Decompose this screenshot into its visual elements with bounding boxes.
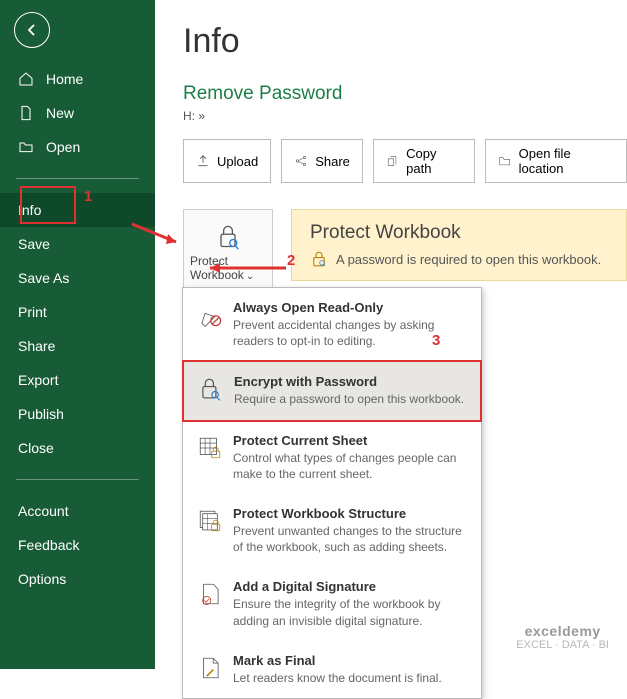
open-icon [18, 139, 34, 155]
nav-label: New [46, 105, 74, 121]
copy-icon [386, 154, 399, 168]
menu-heading: Protect Workbook Structure [233, 506, 467, 521]
protect-row: Protect Workbook⌄ Protect Workbook A pas… [183, 209, 627, 294]
menu-encrypt-password[interactable]: Encrypt with Password Require a password … [182, 360, 482, 421]
sheet-lock-icon [197, 435, 223, 461]
nav-label: Publish [18, 406, 64, 422]
menu-desc: Let readers know the document is final. [233, 670, 467, 686]
page-title: Info [183, 22, 627, 61]
watermark: exceldemyEXCEL · DATA · BI [516, 623, 609, 651]
menu-digital-signature[interactable]: Add a Digital Signature Ensure the integr… [183, 567, 481, 640]
nav-label: Options [18, 571, 66, 587]
share-button[interactable]: Share [281, 139, 363, 183]
protect-desc: A password is required to open this work… [336, 252, 601, 267]
nav-label: Share [18, 338, 55, 354]
anno-num-2: 2 [287, 252, 295, 269]
nav-options[interactable]: Options [0, 562, 155, 596]
document-name: Remove Password [183, 83, 627, 105]
menu-protect-structure[interactable]: Protect Workbook Structure Prevent unwant… [183, 494, 481, 567]
nav-label: Print [18, 304, 47, 320]
new-icon [18, 105, 34, 121]
signature-icon [197, 581, 223, 607]
protect-heading: Protect Workbook [310, 222, 608, 244]
lock-key-icon [310, 250, 328, 268]
nav-share[interactable]: Share [0, 329, 155, 363]
workbook-lock-icon [197, 508, 223, 534]
nav-label: Account [18, 503, 69, 519]
btn-label: Open file location [519, 146, 614, 176]
menu-desc: Require a password to open this workbook… [234, 391, 466, 407]
share-icon [294, 154, 308, 168]
menu-heading: Mark as Final [233, 653, 467, 668]
home-icon [18, 71, 34, 87]
upload-icon [196, 154, 210, 168]
nav-label: Home [46, 71, 83, 87]
menu-mark-final[interactable]: Mark as Final Let readers know the docume… [183, 641, 481, 698]
pencil-no-icon [197, 302, 223, 328]
nav-label: Close [18, 440, 54, 456]
protect-workbook-button[interactable]: Protect Workbook⌄ [183, 209, 273, 294]
nav-label: Export [18, 372, 58, 388]
copy-path-button[interactable]: Copy path [373, 139, 475, 183]
nav-close[interactable]: Close [0, 431, 155, 465]
anno-box-1 [20, 186, 76, 224]
protect-info-panel: Protect Workbook A password is required … [291, 209, 627, 281]
nav-print[interactable]: Print [0, 295, 155, 329]
menu-desc: Control what types of changes people can… [233, 450, 467, 482]
action-buttons: Upload Share Copy path Open file locatio… [183, 139, 627, 183]
back-arrow-icon [23, 21, 41, 39]
lock-key-icon [198, 376, 224, 402]
menu-desc: Ensure the integrity of the workbook by … [233, 596, 467, 628]
menu-heading: Encrypt with Password [234, 374, 466, 389]
nav-label: Open [46, 139, 80, 155]
anno-arrow-1 [130, 220, 190, 250]
btn-label: Copy path [406, 146, 462, 176]
btn-label: Upload [217, 154, 258, 169]
menu-heading: Protect Current Sheet [233, 433, 467, 448]
nav-export[interactable]: Export [0, 363, 155, 397]
nav-label: Save [18, 236, 50, 252]
nav-label: Feedback [18, 537, 79, 553]
nav-label: Save As [18, 270, 69, 286]
nav-publish[interactable]: Publish [0, 397, 155, 431]
folder-icon [498, 154, 511, 168]
nav-open[interactable]: Open [0, 130, 155, 164]
btn-label: Share [315, 154, 350, 169]
open-location-button[interactable]: Open file location [485, 139, 627, 183]
nav-account[interactable]: Account [0, 494, 155, 528]
menu-heading: Add a Digital Signature [233, 579, 467, 594]
lock-key-icon [214, 222, 242, 250]
nav-home[interactable]: Home [0, 62, 155, 96]
menu-read-only[interactable]: Always Open Read-OnlyPrevent accidental … [183, 288, 481, 361]
document-path: H: » [183, 109, 627, 123]
divider [16, 479, 139, 480]
nav-save-as[interactable]: Save As [0, 261, 155, 295]
anno-num-3: 3 [432, 332, 440, 349]
back-button[interactable] [14, 12, 50, 48]
nav-new[interactable]: New [0, 96, 155, 130]
final-icon [197, 655, 223, 681]
menu-protect-sheet[interactable]: Protect Current Sheet Control what types … [183, 421, 481, 494]
nav-feedback[interactable]: Feedback [0, 528, 155, 562]
upload-button[interactable]: Upload [183, 139, 271, 183]
sidebar: Home New Open Info Save Save As Print Sh… [0, 0, 155, 669]
menu-heading: Always Open Read-Only [233, 300, 467, 315]
anno-num-1: 1 [84, 188, 92, 205]
divider [16, 178, 139, 179]
menu-desc: Prevent unwanted changes to the structur… [233, 523, 467, 555]
anno-arrow-2 [198, 260, 288, 276]
